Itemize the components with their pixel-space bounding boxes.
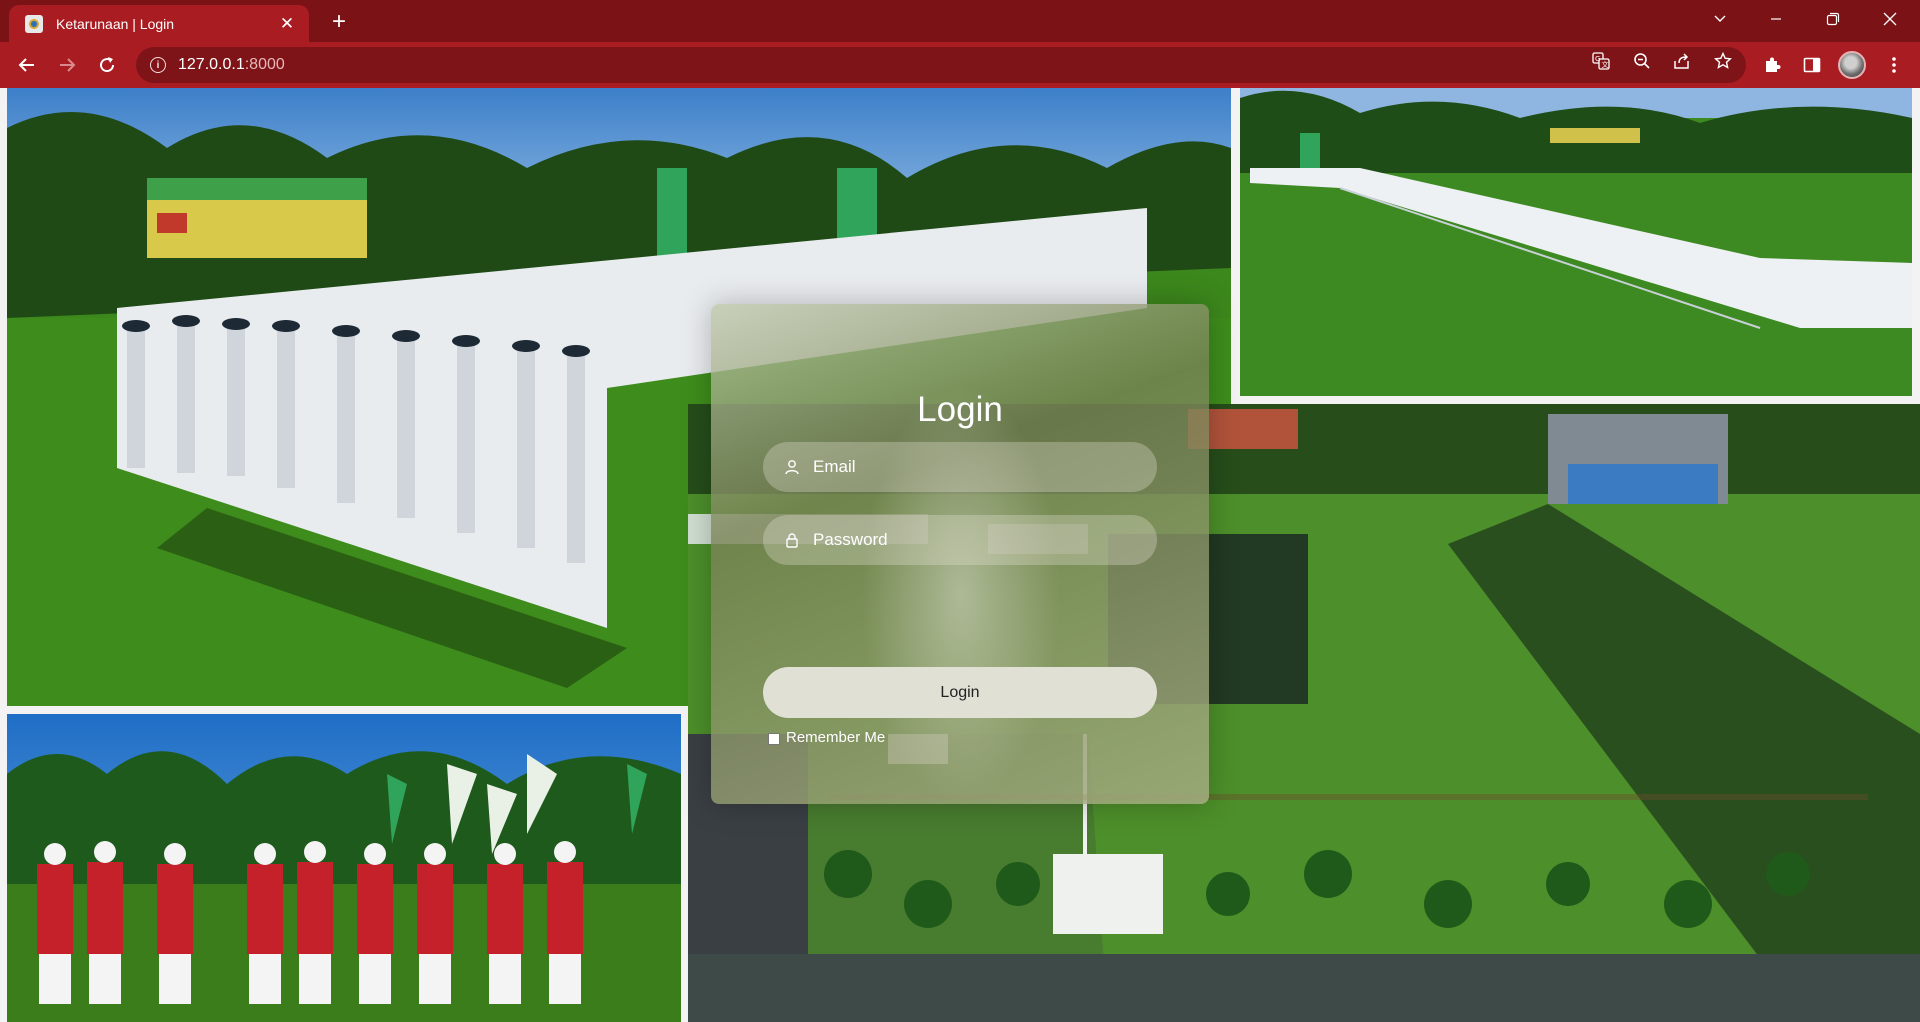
remember-me-label: Remember Me: [786, 729, 886, 746]
side-panel-icon: [1803, 57, 1821, 73]
remember-me-checkbox[interactable]: [768, 733, 780, 745]
forward-button[interactable]: [52, 50, 82, 80]
background-photo-aerial-ceremony: [1240, 88, 1912, 396]
svg-text:G: G: [1595, 55, 1600, 63]
favicon-icon: [25, 14, 43, 33]
browser-tab[interactable]: Ketarunaan | Login ✕: [9, 5, 309, 42]
login-button[interactable]: Login: [763, 667, 1157, 718]
minimize-button[interactable]: [1748, 0, 1804, 38]
background-photo-flag-bearers: [7, 714, 681, 1022]
svg-text:文: 文: [1602, 60, 1609, 69]
puzzle-icon: [1766, 57, 1781, 72]
login-card: Login Login Remember Me: [711, 304, 1209, 804]
password-field[interactable]: [763, 515, 1157, 565]
tab-title: Ketarunaan | Login: [56, 15, 175, 32]
translate-icon: G文: [1592, 52, 1610, 70]
star-icon: [1714, 52, 1732, 69]
bookmark-button[interactable]: [1713, 51, 1733, 71]
translate-button[interactable]: G文: [1591, 51, 1611, 71]
back-button[interactable]: [12, 50, 42, 80]
address-bar[interactable]: i 127.0.0.1:8000: [136, 47, 1746, 83]
extensions-button[interactable]: [1761, 54, 1783, 76]
back-arrow-icon: [18, 58, 34, 72]
side-panel-button[interactable]: [1801, 54, 1823, 76]
url-text: 127.0.0.1:8000: [178, 56, 285, 73]
share-button[interactable]: [1672, 51, 1692, 71]
close-window-button[interactable]: [1862, 0, 1918, 38]
remember-me[interactable]: Remember Me: [768, 729, 885, 746]
reload-icon: [100, 57, 115, 73]
zoom-out-icon: [1634, 53, 1650, 69]
password-input[interactable]: [813, 530, 1133, 550]
page-content: Login Login Remember Me: [0, 88, 1920, 1022]
minimize-icon: [1771, 18, 1781, 20]
close-tab-icon[interactable]: ✕: [277, 14, 297, 34]
tab-search-button[interactable]: [1692, 0, 1748, 38]
menu-dots-icon: [1892, 57, 1896, 73]
email-input[interactable]: [813, 457, 1133, 477]
menu-button[interactable]: [1883, 54, 1905, 76]
zoom-button[interactable]: [1632, 51, 1652, 71]
info-icon[interactable]: i: [150, 57, 166, 73]
restore-icon: [1826, 12, 1840, 26]
lock-icon: [783, 531, 801, 549]
browser-toolbar: i 127.0.0.1:8000 G文: [0, 42, 1920, 88]
forward-arrow-icon: [60, 58, 76, 72]
new-tab-button[interactable]: +: [326, 8, 352, 36]
login-title: Login: [917, 390, 1003, 429]
reload-button[interactable]: [92, 50, 122, 80]
tab-strip: Ketarunaan | Login ✕ +: [0, 0, 1920, 42]
profile-avatar[interactable]: [1838, 51, 1866, 79]
share-icon: [1674, 53, 1689, 69]
email-field[interactable]: [763, 442, 1157, 492]
chevron-down-icon: [1714, 15, 1726, 22]
close-window-icon: [1883, 12, 1897, 26]
restore-button[interactable]: [1805, 0, 1861, 38]
user-icon: [783, 458, 801, 476]
